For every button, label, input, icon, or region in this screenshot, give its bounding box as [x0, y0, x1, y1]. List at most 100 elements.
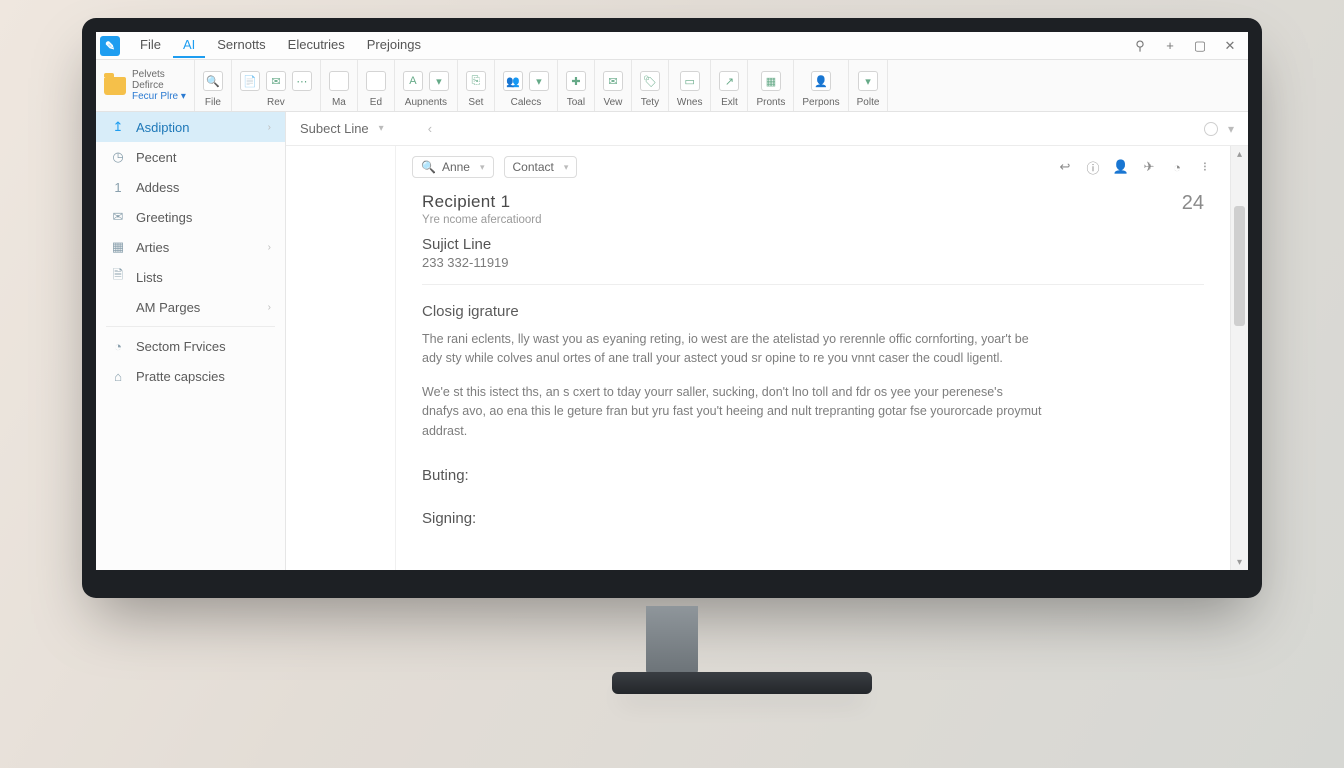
- closing-title: Closig igrature: [422, 303, 1204, 320]
- scroll-down-icon[interactable]: ▾: [1231, 554, 1248, 570]
- chip-line-1: Pelvets: [132, 69, 186, 80]
- scroll-up-icon[interactable]: ▴: [1231, 146, 1248, 162]
- chevron-right-icon: ›: [268, 122, 271, 133]
- ribbon-group-toal: ✚Toal: [558, 60, 595, 111]
- ribbon-button[interactable]: ▾: [529, 71, 549, 91]
- sidebar-item-label: Greetings: [136, 210, 192, 225]
- paragraph-2: We'e st this istect ths, an s cxert to t…: [422, 383, 1042, 441]
- ribbon-button[interactable]: 👤: [811, 71, 831, 91]
- search-input[interactable]: Anne: [442, 160, 470, 174]
- chevron-right-icon: ›: [268, 242, 271, 253]
- chevron-down-icon[interactable]: ▾: [379, 123, 384, 134]
- folder-icon: [104, 77, 126, 95]
- folder-chip[interactable]: Pelvets Defirce Fecur Plre ▾: [96, 60, 195, 111]
- sidebar-item-label: Sectom Frvices: [136, 339, 226, 354]
- ribbon-button[interactable]: 🔍: [203, 71, 223, 91]
- menu-file[interactable]: File: [130, 33, 171, 58]
- expand-icon[interactable]: ▾: [1228, 122, 1234, 136]
- contact-pill[interactable]: Contact ▾: [504, 156, 578, 178]
- ribbon-label: Rev: [267, 97, 285, 108]
- sidebar-item-am-parges[interactable]: AM Parges›: [96, 292, 285, 322]
- ribbon-group-pronts: ▦Pronts: [748, 60, 794, 111]
- ribbon-group-exlt: ↗ Exlt: [711, 60, 748, 111]
- sidebar-icon: ◷: [110, 149, 126, 165]
- info-icon[interactable]: ⓘ: [1084, 158, 1102, 176]
- subject-bar-label: Subect Line: [300, 121, 369, 136]
- close-icon[interactable]: ✕: [1222, 38, 1238, 54]
- restore-icon[interactable]: ▢: [1192, 38, 1208, 54]
- ribbon-label: Calecs: [511, 97, 542, 108]
- ribbon-button[interactable]: 📄: [240, 71, 260, 91]
- ribbon-button[interactable]: ▾: [858, 71, 878, 91]
- sidebar-icon: 1: [110, 179, 126, 195]
- chevron-down-icon[interactable]: ▾: [480, 162, 485, 173]
- chevron-down-icon[interactable]: ▾: [564, 162, 569, 173]
- ribbon-button[interactable]: ⎘: [466, 71, 486, 91]
- divider: [422, 284, 1204, 285]
- ribbon-label: Tety: [641, 97, 659, 108]
- back-icon[interactable]: ‹: [428, 121, 432, 136]
- ribbon-group-set: ⎘Set: [458, 60, 495, 111]
- ribbon-button[interactable]: [366, 71, 386, 91]
- ribbon-button[interactable]: ▭: [680, 71, 700, 91]
- clock-icon[interactable]: ◔: [1168, 158, 1186, 176]
- ribbon-label: Perpons: [802, 97, 839, 108]
- pin-icon[interactable]: ⚲: [1132, 38, 1148, 54]
- chip-line-3[interactable]: Fecur Plre ▾: [132, 91, 186, 102]
- ribbon-group-vew: ✉Vew: [595, 60, 632, 111]
- ribbon-button[interactable]: [329, 71, 349, 91]
- ribbon-button[interactable]: ✉: [603, 71, 623, 91]
- sidebar-item-pratte-capscies[interactable]: ⌂Pratte capscies: [96, 361, 285, 391]
- contact-label: Contact: [513, 160, 554, 174]
- phone-number: 233 332-11919: [422, 255, 1204, 270]
- ribbon-button[interactable]: ⋯: [292, 71, 312, 91]
- person-icon[interactable]: 👤: [1112, 158, 1130, 176]
- sidebar-icon: ↥: [110, 119, 126, 135]
- ribbon-label: Wnes: [677, 97, 703, 108]
- sidebar-item-lists[interactable]: 🗎Lists: [96, 262, 285, 292]
- signing-label: Signing:: [422, 510, 1204, 527]
- sidebar-item-greetings[interactable]: ✉ Greetings: [96, 202, 285, 232]
- ribbon-button[interactable]: 🏷: [640, 71, 660, 91]
- ribbon-group-perpons: 👤 Perpons: [794, 60, 848, 111]
- ribbon-label: Ed: [370, 97, 382, 108]
- bird-icon[interactable]: ✈: [1140, 158, 1158, 176]
- reply-icon[interactable]: ↩: [1056, 158, 1074, 176]
- sidebar-icon: ✉: [110, 209, 126, 225]
- menu-prejoings[interactable]: Prejoings: [357, 33, 431, 58]
- sidebar-item-arties[interactable]: ▦Arties›: [96, 232, 285, 262]
- chip-line-2: Defirce: [132, 80, 186, 91]
- sidebar-item-asdiption[interactable]: ↥Asdiption›: [96, 112, 285, 142]
- subject-bar: Subect Line ▾ ‹ ▾: [286, 112, 1248, 146]
- sidebar-item-label: Addess: [136, 180, 179, 195]
- ribbon-button[interactable]: ▦: [761, 71, 781, 91]
- app-icon: ✎: [100, 36, 120, 56]
- recipient-sub: Yre ncome afercatioord: [422, 214, 1182, 226]
- ribbon-button[interactable]: ✚: [566, 71, 586, 91]
- sidebar-item-sectom-frvices[interactable]: ◔Sectom Frvices: [96, 331, 285, 361]
- search-pill[interactable]: 🔍 Anne ▾: [412, 156, 494, 178]
- sidebar-item-addess[interactable]: 1 Addess: [96, 172, 285, 202]
- ribbon-group-polte: ▾Polte: [849, 60, 889, 111]
- status-icon: [1204, 122, 1218, 136]
- sidebar-item-pecent[interactable]: ◷Pecent: [96, 142, 285, 172]
- ribbon-button[interactable]: A: [403, 71, 423, 91]
- scrollbar[interactable]: ▴ ▾: [1230, 146, 1248, 570]
- menu-sernotts[interactable]: Sernotts: [207, 33, 275, 58]
- ribbon-button[interactable]: ↗: [719, 71, 739, 91]
- ribbon-button[interactable]: ✉: [266, 71, 286, 91]
- more-icon[interactable]: ⁝: [1196, 158, 1214, 176]
- new-icon[interactable]: +: [1162, 38, 1178, 54]
- menu-elecutries[interactable]: Elecutries: [278, 33, 355, 58]
- title-bar: ✎ FileAISernottsElecutriesPrejoings ⚲ + …: [96, 32, 1248, 60]
- scroll-thumb[interactable]: [1234, 206, 1245, 326]
- ribbon-label: Exlt: [721, 97, 738, 108]
- ribbon-label: Ma: [332, 97, 346, 108]
- window-controls: ⚲ + ▢ ✕: [1132, 38, 1244, 54]
- ribbon-button[interactable]: ▾: [429, 71, 449, 91]
- ribbon-group-ed: Ed: [358, 60, 395, 111]
- list-gutter: [286, 146, 396, 570]
- ribbon-button[interactable]: 👥: [503, 71, 523, 91]
- count-badge: 24: [1182, 192, 1204, 215]
- menu-ai[interactable]: AI: [173, 33, 205, 58]
